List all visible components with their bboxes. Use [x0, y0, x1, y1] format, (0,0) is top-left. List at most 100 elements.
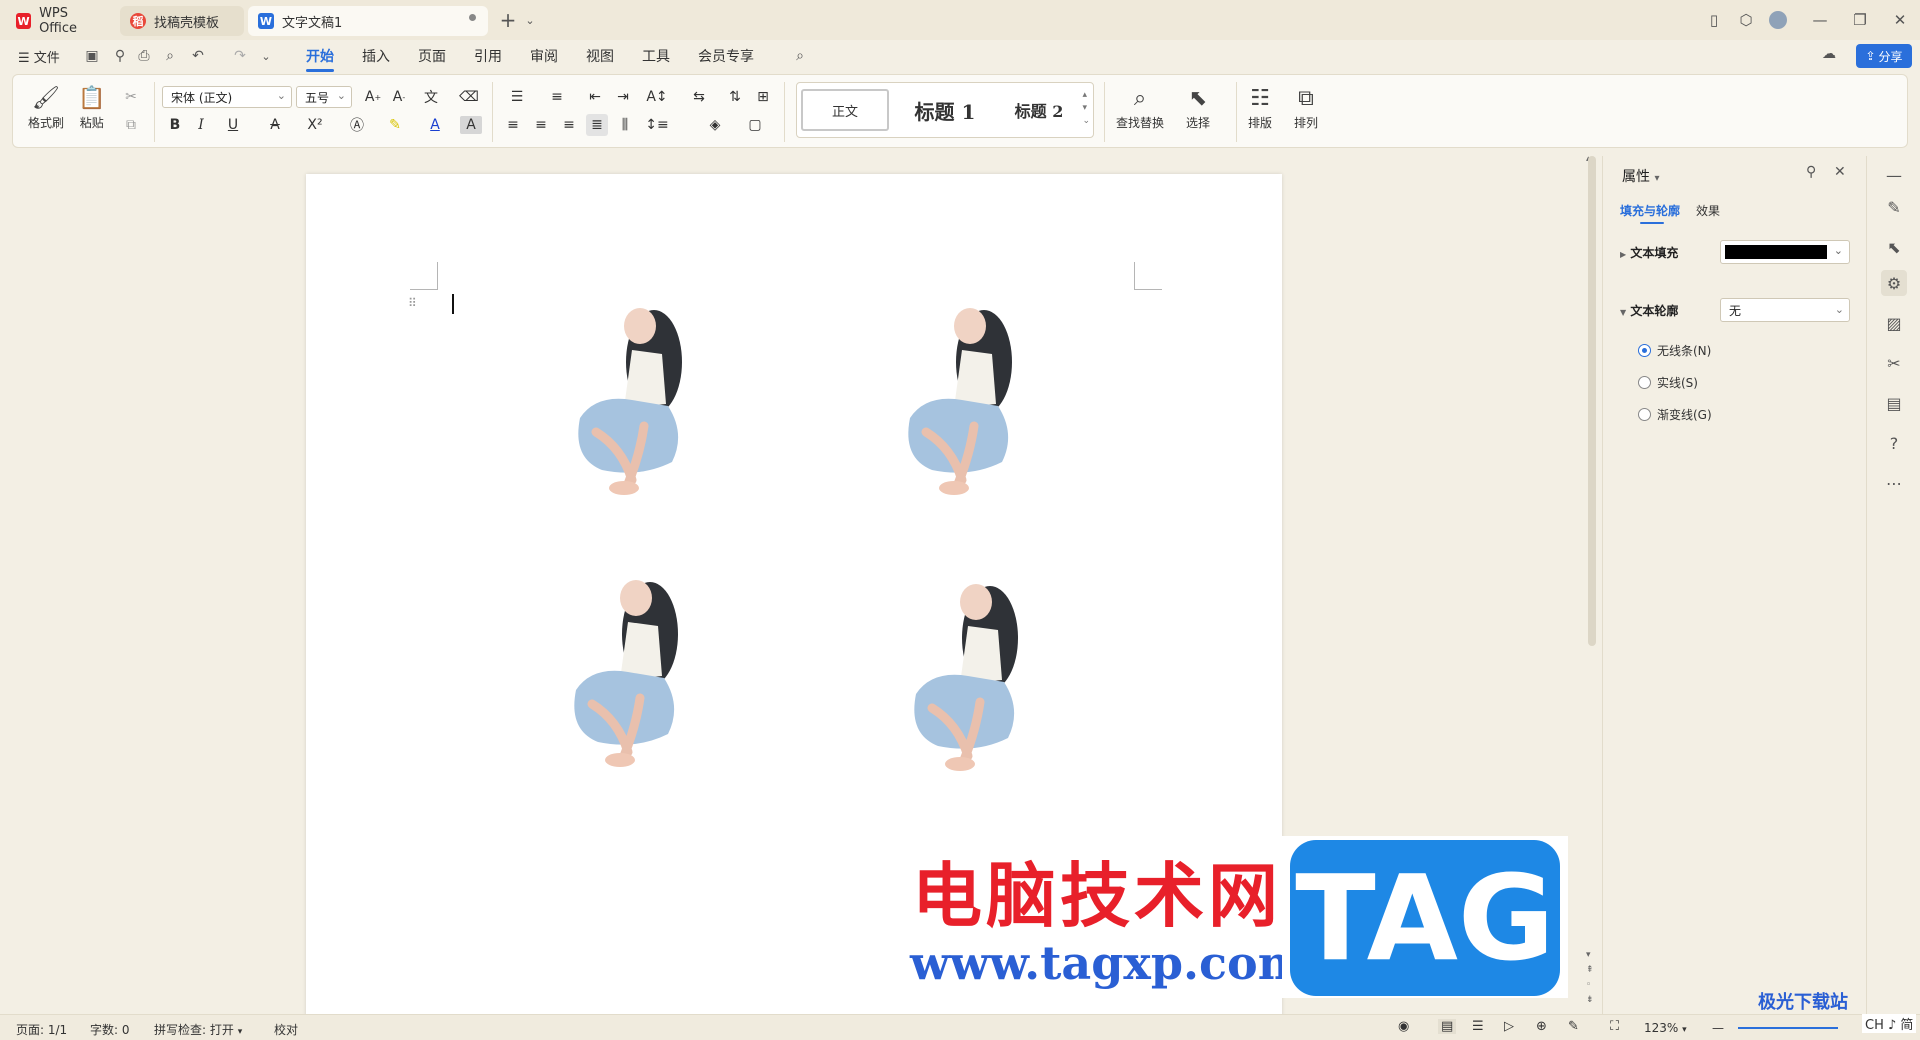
menu-home[interactable]: 开始 [306, 46, 334, 72]
page-view-icon[interactable]: ▤ [1438, 1019, 1457, 1034]
tabs-icon[interactable]: ⊞ [752, 86, 774, 108]
copy-icon[interactable]: ⧉ [120, 114, 142, 136]
arrange-button[interactable]: ⧉ 排列 [1294, 84, 1318, 131]
close-icon[interactable]: ✕ [1834, 164, 1846, 180]
vertical-scrollbar[interactable] [1588, 156, 1596, 646]
undo-icon[interactable]: ↶ [188, 46, 208, 66]
menu-insert[interactable]: 插入 [362, 46, 390, 66]
strikethrough-icon[interactable]: A [260, 114, 290, 136]
font-name-dropdown[interactable]: 宋体 (正文) ⌄ [162, 86, 292, 108]
outline-view-icon[interactable]: ☰ [1472, 1019, 1484, 1034]
cut-icon[interactable]: ✂ [120, 86, 142, 108]
pen-icon[interactable]: ✎ [1568, 1019, 1579, 1034]
border-icon[interactable]: ▢ [740, 114, 770, 136]
drag-handle-icon[interactable]: ⠿ [408, 296, 417, 310]
font-color-icon[interactable]: A [420, 114, 450, 136]
menu-reference[interactable]: 引用 [474, 46, 502, 66]
align-right-icon[interactable]: ≡ [558, 114, 580, 136]
tab-fill-outline[interactable]: 填充与轮廓 [1620, 202, 1680, 219]
menu-member[interactable]: 会员专享 [698, 46, 754, 66]
girl-illustration[interactable] [532, 570, 712, 780]
girl-illustration[interactable] [866, 298, 1046, 508]
align-center-icon[interactable]: ≡ [530, 114, 552, 136]
superscript-icon[interactable]: X² [300, 114, 330, 136]
text-outline-label[interactable]: ▼ 文本轮廓 [1620, 302, 1678, 319]
select-pointer-icon[interactable]: ⬉ [1881, 234, 1907, 260]
tools-icon[interactable]: ✂ [1881, 350, 1907, 376]
panel-title[interactable]: 属性 ▾ [1622, 166, 1659, 186]
web-view-icon[interactable]: ⊕ [1536, 1019, 1547, 1034]
switch-icon[interactable]: ⇆ [684, 86, 714, 108]
chevron-down-icon[interactable]: ⌄ [518, 8, 542, 32]
tab-wps-office[interactable]: W WPS Office [6, 6, 116, 36]
radio-no-line[interactable]: 无线条(N) [1638, 342, 1711, 359]
distribute-icon[interactable]: ⫼ [614, 114, 636, 136]
cloud-icon[interactable]: ☁ [1822, 46, 1840, 64]
word-count[interactable]: 字数: 0 [90, 1021, 130, 1038]
collapse-icon[interactable]: — [1881, 162, 1907, 188]
tab-effects[interactable]: 效果 [1696, 202, 1720, 219]
style-heading-2[interactable]: 标题 2 [997, 89, 1081, 131]
italic-icon[interactable]: I [190, 114, 212, 136]
redo-icon[interactable]: ↷ [230, 46, 250, 66]
menu-page[interactable]: 页面 [418, 46, 446, 66]
play-icon[interactable]: ▷ [1504, 1019, 1514, 1034]
avatar[interactable] [1766, 8, 1790, 32]
tab-template[interactable]: 稻 找稿壳模板 [120, 6, 244, 36]
minimize-icon[interactable]: — [1808, 8, 1832, 32]
line-spacing-icon[interactable]: ↕≡ [642, 114, 672, 136]
book-icon[interactable]: ▤ [1881, 390, 1907, 416]
new-tab-icon[interactable]: + [496, 8, 520, 32]
menu-view[interactable]: 视图 [586, 46, 614, 66]
radio-gradient-line[interactable]: 渐变线(G) [1638, 406, 1712, 423]
justify-icon[interactable]: ≣ [586, 114, 608, 136]
pin-icon[interactable]: ⚲ [1806, 164, 1816, 180]
eye-icon[interactable]: ◉ [1398, 1019, 1409, 1034]
link-icon[interactable]: ⚲ [110, 46, 130, 66]
preview-icon[interactable]: ⌕ [160, 46, 180, 66]
increase-font-icon[interactable]: A + [362, 86, 384, 108]
shading-icon[interactable]: ◈ [700, 114, 730, 136]
cube-icon[interactable]: ⬡ [1734, 8, 1758, 32]
help-icon[interactable]: ? [1881, 430, 1907, 456]
page-nav-icon[interactable]: ▾ ⇞ ◦ ⇟ [1586, 948, 1594, 1008]
text-direction-icon[interactable]: A↕ [642, 86, 672, 108]
quick-access-dropdown-icon[interactable]: ⌄ [256, 46, 276, 66]
menu-review[interactable]: 审阅 [530, 46, 558, 66]
numbered-list-icon[interactable]: ≡ [542, 86, 572, 108]
underline-icon[interactable]: U [218, 114, 248, 136]
restore-icon[interactable]: ❐ [1848, 8, 1872, 32]
decrease-font-icon[interactable]: A- [388, 86, 410, 108]
sort-icon[interactable]: ⇅ [724, 86, 746, 108]
tab-document[interactable]: W 文字文稿1 [248, 6, 488, 36]
text-fill-label[interactable]: ▶ 文本填充 [1620, 244, 1678, 261]
font-size-dropdown[interactable]: 五号 ⌄ [296, 86, 352, 108]
increase-indent-icon[interactable]: ⇥ [612, 86, 634, 108]
spell-check[interactable]: 拼写检查: 打开 ▾ [154, 1021, 242, 1038]
style-scroll-icon[interactable]: ▴ ▾ ⌄ [1082, 89, 1090, 128]
proofread[interactable]: 校对 [274, 1021, 298, 1038]
zoom-level[interactable]: 123% ▾ [1644, 1021, 1687, 1035]
style-heading-1[interactable]: 标题 1 [897, 89, 993, 131]
phonetic-icon[interactable]: 文 [416, 86, 446, 108]
share-button[interactable]: ⇪ 分享 [1856, 44, 1912, 68]
more-icon[interactable]: ⋯ [1881, 470, 1907, 496]
paste-button[interactable]: 📋 粘贴 [78, 84, 105, 131]
close-icon[interactable]: ✕ [1888, 8, 1912, 32]
text-outline-dropdown[interactable]: 无 ⌄ [1720, 298, 1850, 322]
search-icon[interactable]: ⌕ [790, 46, 810, 66]
print-icon[interactable]: ⎙ [134, 46, 154, 66]
select-button[interactable]: ⬉ 选择 [1186, 84, 1210, 131]
highlight-icon[interactable]: ✎ [380, 114, 410, 136]
style-normal[interactable]: 正文 [801, 89, 889, 131]
eraser-icon[interactable]: ⌫ [458, 86, 480, 108]
save-icon[interactable]: ▣ [82, 46, 102, 66]
fit-page-icon[interactable]: ⛶ [1610, 1019, 1619, 1034]
girl-illustration[interactable] [536, 298, 716, 508]
zoom-out-icon[interactable]: — [1712, 1021, 1724, 1035]
bold-icon[interactable]: B [164, 114, 186, 136]
layout-button[interactable]: ☷ 排版 [1248, 84, 1272, 131]
image-edit-icon[interactable]: ▨ [1881, 310, 1907, 336]
properties-icon[interactable]: ⚙ [1881, 270, 1907, 296]
layout-icon[interactable]: ▯ [1702, 8, 1726, 32]
